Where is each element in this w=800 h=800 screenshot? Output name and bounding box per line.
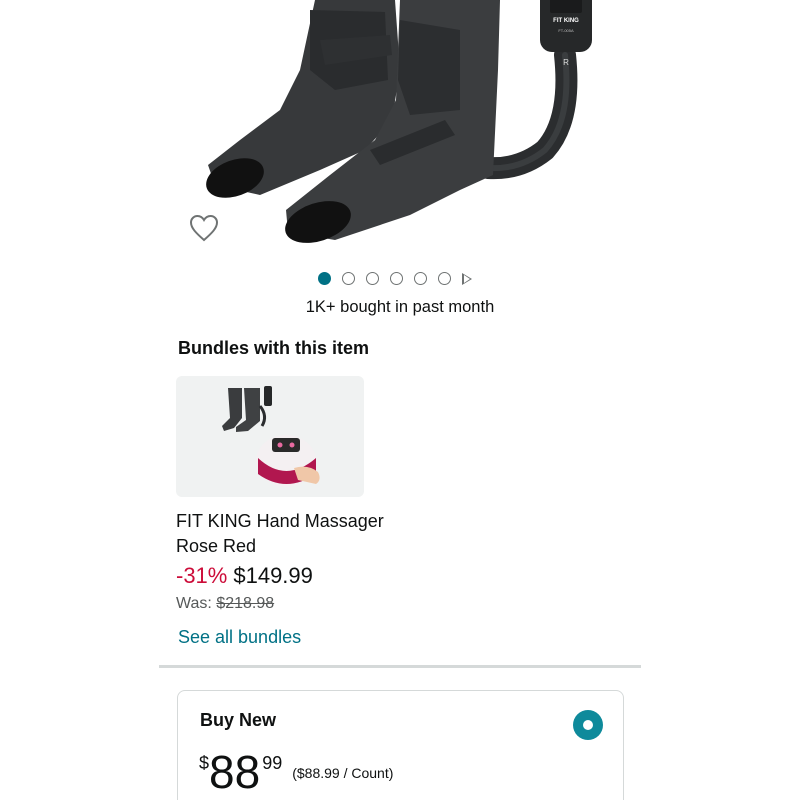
carousel-dot-4[interactable] xyxy=(390,272,403,285)
bought-past-month: 1K+ bought in past month xyxy=(305,298,495,316)
carousel-dot-5[interactable] xyxy=(414,272,427,285)
radio-selected-icon[interactable] xyxy=(573,710,603,740)
bundle-thumbnail xyxy=(222,386,320,487)
play-icon[interactable] xyxy=(462,272,472,285)
buy-new-title: Buy New xyxy=(200,710,277,730)
device-brand-text: FIT KING xyxy=(553,18,579,24)
carousel-dot-1[interactable] xyxy=(318,272,331,285)
carousel-dot-6[interactable] xyxy=(438,272,451,285)
wishlist-heart-button[interactable] xyxy=(186,210,222,246)
section-divider xyxy=(159,665,641,668)
price-currency: $ xyxy=(199,753,210,773)
was-label: Was: xyxy=(176,595,212,612)
price-whole: 88 xyxy=(209,746,261,798)
buy-new-price: $ 88 99 ($88.99 / Count) xyxy=(199,747,393,797)
carousel-dot-2[interactable] xyxy=(342,272,355,285)
carousel-dot-3[interactable] xyxy=(366,272,379,285)
discount-badge: -31% xyxy=(176,563,228,588)
device-side-text: R xyxy=(563,58,569,67)
price-fraction: 99 xyxy=(262,753,283,773)
device-model-text: FT-005A xyxy=(558,28,574,33)
see-all-bundles-link[interactable]: See all bundles xyxy=(178,627,301,648)
bundle-item-name[interactable]: FIT KING Hand Massager Rose Red xyxy=(176,509,396,559)
image-carousel-indicators xyxy=(318,272,472,285)
bundles-heading: Bundles with this item xyxy=(178,338,370,358)
bundle-image[interactable] xyxy=(176,376,364,497)
was-price: $218.98 xyxy=(216,595,275,612)
product-image[interactable]: FIT KING FT-005A R xyxy=(160,0,640,255)
bundle-price-row: -31% $149.99 xyxy=(176,563,313,589)
was-price-row: Was: $218.98 xyxy=(176,595,274,613)
buy-new-box[interactable]: Buy New $ 88 99 ($88.99 / Count) xyxy=(177,690,624,800)
leg-massager-illustration: FIT KING FT-005A R xyxy=(206,0,592,243)
heart-icon xyxy=(189,214,219,242)
unit-price: ($88.99 / Count) xyxy=(292,765,394,781)
bundle-price: $149.99 xyxy=(233,563,313,588)
